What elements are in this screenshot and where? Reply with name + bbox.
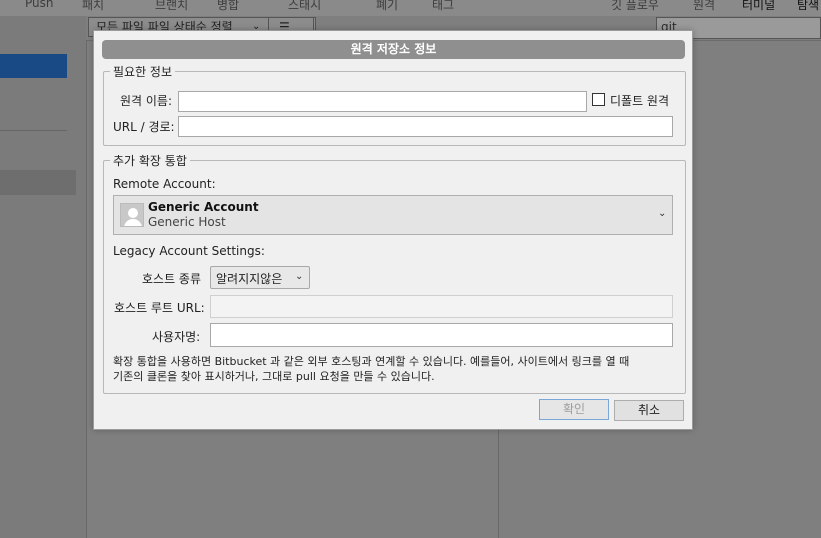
toolbar-push[interactable]: Push	[25, 0, 54, 10]
default-remote-checkbox[interactable]	[592, 93, 605, 106]
chevron-down-icon: ⌄	[295, 271, 304, 282]
host-type-value: 알려지지않은	[216, 272, 283, 286]
account-name: Generic Account	[148, 200, 259, 214]
pane-divider	[86, 40, 87, 538]
user-avatar-icon	[120, 203, 144, 227]
sidebar-divider	[0, 130, 67, 131]
sidebar-selected-item[interactable]	[0, 54, 67, 78]
remote-name-label: 원격 이름:	[120, 94, 173, 108]
toolbar-remote[interactable]: 원격	[693, 0, 715, 13]
host-type-select[interactable]: 알려지지않은 ⌄	[210, 266, 310, 289]
toolbar-explore[interactable]: 탐색	[797, 0, 819, 13]
account-host: Generic Host	[148, 215, 226, 229]
url-input[interactable]	[178, 116, 673, 137]
toolbar-stash[interactable]: 스태시	[288, 0, 321, 13]
toolbar-merge[interactable]: 병합	[217, 0, 239, 13]
toolbar-discard[interactable]: 폐기	[376, 0, 398, 13]
main-toolbar: Push 패치 브랜치 병합 스태시 폐기 태그 깃 플로우 원격 터미널 탐색	[0, 0, 821, 16]
integration-note-line: 확장 통합을 사용하면 Bitbucket 과 같은 외부 호스팅과 연계할 수…	[113, 355, 630, 368]
legacy-settings-label: Legacy Account Settings:	[113, 244, 265, 258]
ok-button[interactable]: 확인	[539, 399, 609, 420]
integration-note: 확장 통합을 사용하면 Bitbucket 과 같은 외부 호스팅과 연계할 수…	[113, 354, 679, 384]
url-label: URL / 경로:	[113, 120, 175, 134]
sidebar	[0, 16, 86, 538]
toolbar-terminal[interactable]: 터미널	[742, 0, 775, 13]
username-label: 사용자명:	[152, 330, 201, 344]
host-root-url-input[interactable]	[210, 295, 673, 318]
cancel-button[interactable]: 취소	[614, 400, 684, 421]
dialog-title: 원격 저장소 정보	[102, 40, 685, 59]
toolbar-tag[interactable]: 태그	[432, 0, 454, 13]
sidebar-highlighted-item[interactable]	[0, 170, 76, 195]
default-remote-label: 디폴트 원격	[610, 94, 670, 108]
host-root-url-label: 호스트 루트 URL:	[114, 301, 205, 315]
toolbar-branch[interactable]: 브랜치	[155, 0, 188, 13]
remote-account-label: Remote Account:	[113, 177, 216, 191]
toolbar-patch[interactable]: 패치	[82, 0, 104, 13]
host-type-label: 호스트 종류	[142, 272, 202, 286]
remote-account-select[interactable]: Generic Account Generic Host ⌄	[113, 195, 673, 235]
integration-legend: 추가 확장 통합	[113, 154, 187, 168]
toolbar-git-flow[interactable]: 깃 플로우	[611, 0, 659, 13]
username-input[interactable]	[210, 323, 673, 347]
integration-note-line: 기존의 클론을 찾아 표시하거나, 그대로 pull 요청을 만들 수 있습니다…	[113, 370, 435, 383]
remote-name-input[interactable]	[178, 91, 587, 112]
required-info-legend: 필요한 정보	[113, 65, 173, 79]
chevron-down-icon: ⌄	[658, 208, 667, 219]
